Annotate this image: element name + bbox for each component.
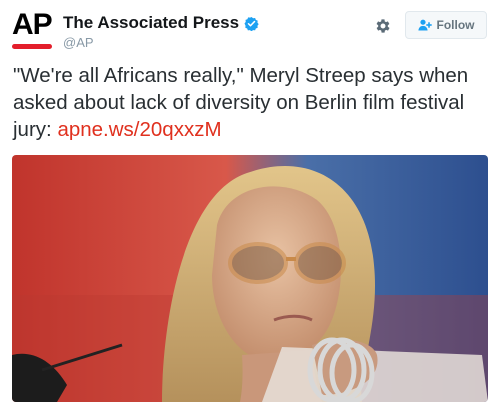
- verified-badge-icon: [244, 16, 259, 31]
- tweet-photo[interactable]: [12, 155, 488, 402]
- account-name-row: The Associated Press: [63, 13, 259, 33]
- account-handle[interactable]: @AP: [63, 35, 94, 50]
- avatar-logo-text: AP: [12, 8, 53, 41]
- tweet-link[interactable]: apne.ws/20qxxzM: [57, 118, 221, 141]
- avatar[interactable]: AP: [12, 8, 56, 52]
- add-user-icon: [417, 19, 432, 31]
- follow-button[interactable]: Follow: [405, 11, 487, 39]
- follow-button-label: Follow: [436, 18, 475, 32]
- photo-of-woman-with-glasses: [12, 155, 488, 402]
- gear-icon[interactable]: [374, 17, 392, 35]
- display-name[interactable]: The Associated Press: [63, 13, 239, 33]
- tweet-text: "We're all Africans really," Meryl Stree…: [13, 62, 491, 143]
- avatar-red-bar: [12, 44, 52, 49]
